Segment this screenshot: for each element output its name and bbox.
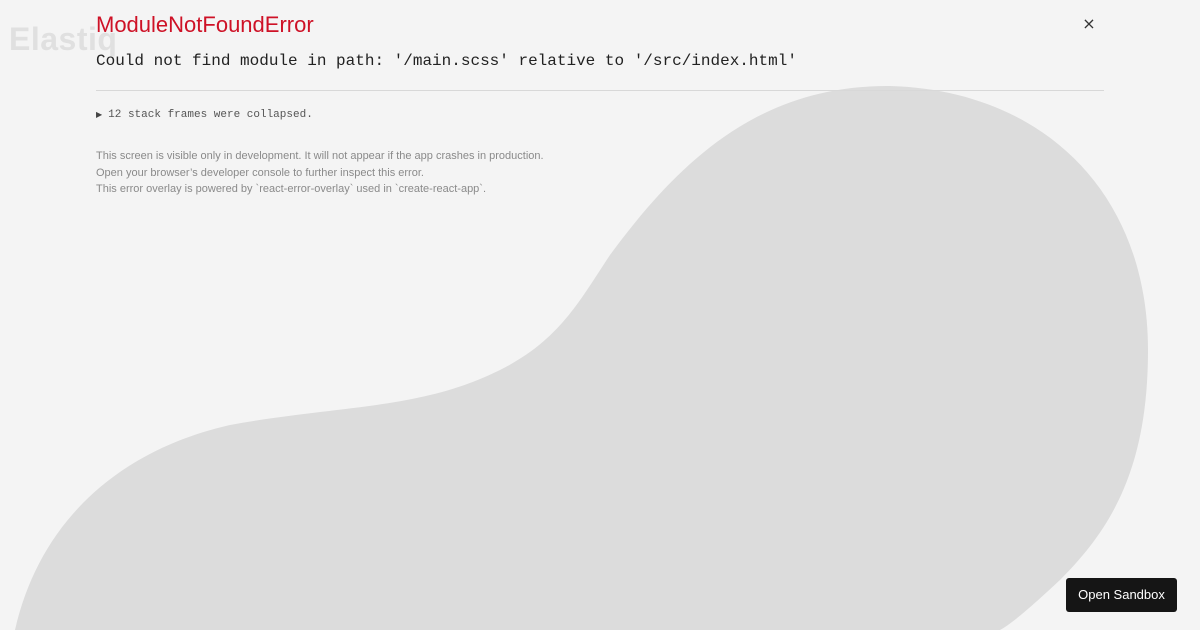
divider (96, 90, 1104, 91)
close-icon: × (1082, 14, 1096, 33)
stack-frames-label: 12 stack frames were collapsed. (108, 109, 313, 121)
open-sandbox-button[interactable]: Open Sandbox (1066, 578, 1177, 612)
footer-note-console: Open your browser’s developer console to… (96, 166, 424, 179)
footer-note-development: This screen is visible only in developme… (96, 150, 544, 162)
error-title: ModuleNotFoundError (96, 12, 314, 37)
background-blob (15, 85, 1148, 630)
footer-notes: This screen is visible only in developme… (96, 148, 544, 198)
stack-frames-toggle[interactable]: ▶ 12 stack frames were collapsed. (96, 107, 313, 123)
error-message: Could not find module in path: '/main.sc… (96, 52, 797, 70)
close-button[interactable]: × (1080, 14, 1098, 34)
footer-note-powered-by: This error overlay is powered by `react-… (96, 183, 487, 195)
triangle-right-icon: ▶ (96, 110, 103, 119)
